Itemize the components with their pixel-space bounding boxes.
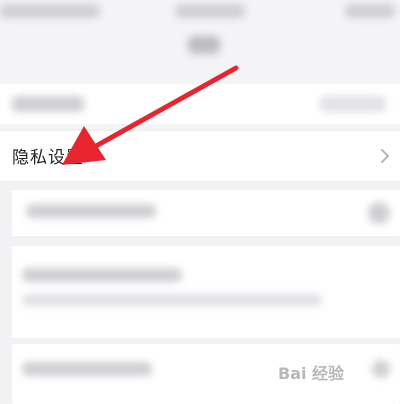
red-arrow-icon xyxy=(62,65,239,165)
watermark: Bai 经验 xyxy=(278,350,400,396)
watermark-text: Bai 经验 xyxy=(278,364,345,383)
